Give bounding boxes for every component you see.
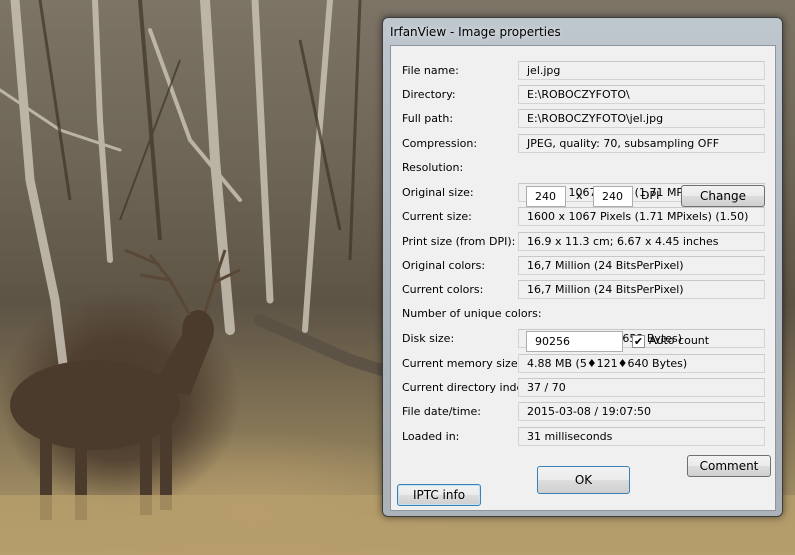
property-row: Current size: 1600 x 1067 Pixels (1.71 MP… [391,206,775,228]
property-value: E:\ROBOCZYFOTO\ [518,85,765,104]
property-row: Current colors: 16,7 Million (24 BitsPerP… [391,279,775,301]
unique-colors-input[interactable]: 90256 [526,331,623,352]
property-value: 1600 x 1067 Pixels (1.71 MPixels) (1.50) [518,207,765,226]
change-button[interactable]: Change [681,185,765,207]
property-label: Current directory index: [402,381,534,394]
property-label: Resolution: [402,161,464,174]
property-label: Print size (from DPI): [402,235,516,248]
property-row: Current directory index: 37 / 70 [391,377,775,399]
property-label: Number of unique colors: [402,307,542,320]
property-label: Directory: [402,88,456,101]
property-value: 16.9 x 11.3 cm; 6.67 x 4.45 inches [518,232,765,251]
auto-count-checkbox[interactable]: ✔ [632,335,645,348]
property-value: 31 milliseconds [518,427,765,446]
property-label: Original colors: [402,259,486,272]
property-label: Current colors: [402,283,484,296]
property-row: Directory: E:\ROBOCZYFOTO\ [391,84,775,106]
property-label: Compression: [402,137,478,150]
iptc-info-button[interactable]: IPTC info [397,484,481,506]
property-row: File name: jel.jpg [391,60,775,82]
property-label: File name: [402,64,459,77]
property-row: Loaded in: 31 milliseconds [391,426,775,448]
property-row: Full path: E:\ROBOCZYFOTO\jel.jpg [391,108,775,130]
property-value: 37 / 70 [518,378,765,397]
window-title: IrfanView - Image properties [390,25,561,39]
image-properties-dialog: IrfanView - Image properties File name: j… [382,17,783,517]
auto-count-label: Auto count [649,334,710,347]
property-row: Resolution: [391,157,775,179]
resolution-separator: x [576,189,583,202]
property-label: Loaded in: [402,430,460,443]
property-row: Original colors: 16,7 Million (24 BitsPer… [391,255,775,277]
property-row: Compression: JPEG, quality: 70, subsampli… [391,133,775,155]
property-label: Current memory size: [402,357,522,370]
property-row: Current memory size: 4.88 MB (5♦121♦640 B… [391,353,775,375]
property-label: File date/time: [402,405,481,418]
property-row: File date/time: 2015-03-08 / 19:07:50 [391,401,775,423]
property-value: jel.jpg [518,61,765,80]
property-value: 2015-03-08 / 19:07:50 [518,402,765,421]
resolution-y-input[interactable]: 240 [593,186,633,207]
property-value: 4.88 MB (5♦121♦640 Bytes) [518,354,765,373]
property-value: 16,7 Million (24 BitsPerPixel) [518,280,765,299]
property-value: E:\ROBOCZYFOTO\jel.jpg [518,109,765,128]
resolution-x-input[interactable]: 240 [526,186,566,207]
property-label: Current size: [402,210,472,223]
property-row: Number of unique colors: [391,303,775,325]
comment-button[interactable]: Comment [687,455,771,477]
resolution-unit: DPI [641,189,660,202]
property-label: Full path: [402,112,454,125]
unique-colors-row: 90256 ✔ Auto count [391,330,775,352]
property-value: 16,7 Million (24 BitsPerPixel) [518,256,765,275]
property-row: Print size (from DPI): 16.9 x 11.3 cm; 6.… [391,231,775,253]
resolution-row: 240 x 240 DPI Change [391,185,775,207]
property-value: JPEG, quality: 70, subsampling OFF [518,134,765,153]
properties-panel: File name: jel.jpg Directory: E:\ROBOCZYFOT… [390,45,776,511]
ok-button[interactable]: OK [537,466,630,494]
